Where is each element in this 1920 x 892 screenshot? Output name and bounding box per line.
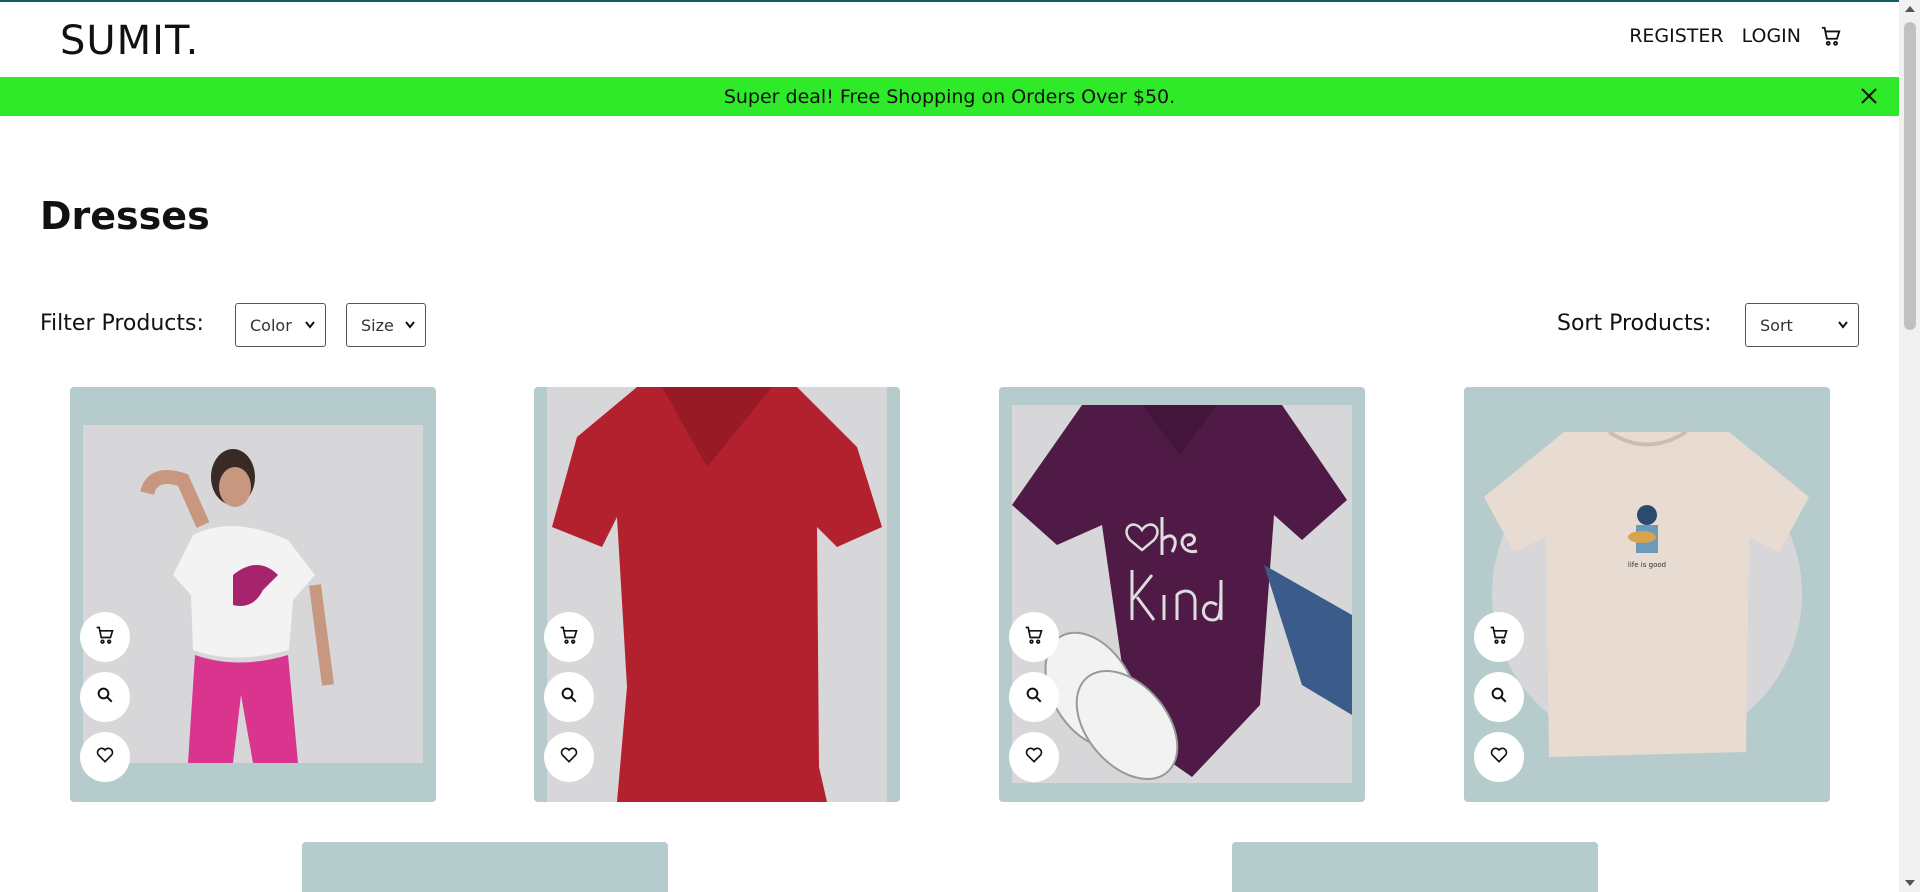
scroll-up-icon[interactable] bbox=[1905, 6, 1915, 12]
wishlist-button[interactable] bbox=[1474, 732, 1524, 782]
chevron-down-icon bbox=[405, 318, 415, 332]
wishlist-button[interactable] bbox=[80, 732, 130, 782]
filter-label: Filter Products: bbox=[40, 311, 204, 336]
announcement-text: Super deal! Free Shopping on Orders Over… bbox=[723, 85, 1176, 108]
product-image: life is good bbox=[1484, 430, 1809, 757]
product-card[interactable]: life is good bbox=[1464, 387, 1830, 802]
search-icon bbox=[1490, 686, 1508, 708]
add-to-cart-button[interactable] bbox=[1009, 612, 1059, 662]
scrollbar-thumb[interactable] bbox=[1904, 22, 1916, 330]
sort-select[interactable]: Sort bbox=[1745, 303, 1859, 347]
cart-icon bbox=[1024, 625, 1044, 649]
sort-select-value: Sort bbox=[1760, 315, 1793, 335]
sort-label: Sort Products: bbox=[1557, 311, 1712, 336]
product-card[interactable] bbox=[999, 387, 1365, 802]
heart-icon bbox=[559, 745, 579, 769]
svg-text:life is good: life is good bbox=[1628, 561, 1666, 569]
heart-icon bbox=[95, 745, 115, 769]
search-icon bbox=[560, 686, 578, 708]
search-icon bbox=[96, 686, 114, 708]
product-card[interactable] bbox=[70, 387, 436, 802]
add-to-cart-button[interactable] bbox=[80, 612, 130, 662]
add-to-cart-button[interactable] bbox=[544, 612, 594, 662]
chevron-down-icon bbox=[1838, 318, 1848, 332]
cart-icon bbox=[559, 625, 579, 649]
product-card[interactable] bbox=[534, 387, 900, 802]
product-image bbox=[1012, 405, 1352, 783]
site-header: SUMIT. REGISTER LOGIN bbox=[0, 2, 1899, 76]
heart-icon bbox=[1489, 745, 1509, 769]
cart-icon bbox=[1489, 625, 1509, 649]
quick-view-button[interactable] bbox=[1009, 672, 1059, 722]
product-image bbox=[83, 425, 423, 763]
site-logo[interactable]: SUMIT. bbox=[60, 18, 199, 64]
close-icon[interactable] bbox=[1859, 86, 1879, 106]
scroll-down-icon[interactable] bbox=[1905, 880, 1915, 886]
announcement-bar: Super deal! Free Shopping on Orders Over… bbox=[0, 77, 1899, 116]
quick-view-button[interactable] bbox=[544, 672, 594, 722]
wishlist-button[interactable] bbox=[544, 732, 594, 782]
color-select-value: Color bbox=[250, 315, 292, 335]
heart-icon bbox=[1024, 745, 1044, 769]
size-select-value: Size bbox=[361, 315, 394, 335]
search-icon bbox=[1025, 686, 1043, 708]
product-card[interactable] bbox=[302, 842, 668, 892]
size-select[interactable]: Size bbox=[346, 303, 426, 347]
cart-icon bbox=[95, 625, 115, 649]
page-scrollbar[interactable] bbox=[1899, 0, 1920, 892]
login-link[interactable]: LOGIN bbox=[1742, 25, 1801, 47]
add-to-cart-button[interactable] bbox=[1474, 612, 1524, 662]
page-title: Dresses bbox=[40, 194, 210, 238]
wishlist-button[interactable] bbox=[1009, 732, 1059, 782]
cart-icon[interactable] bbox=[1819, 24, 1843, 48]
register-link[interactable]: REGISTER bbox=[1629, 25, 1723, 47]
chevron-down-icon bbox=[305, 318, 315, 332]
product-image bbox=[547, 387, 887, 802]
product-card[interactable] bbox=[1232, 842, 1598, 892]
quick-view-button[interactable] bbox=[1474, 672, 1524, 722]
quick-view-button[interactable] bbox=[80, 672, 130, 722]
color-select[interactable]: Color bbox=[235, 303, 326, 347]
header-nav: REGISTER LOGIN bbox=[1629, 24, 1843, 48]
